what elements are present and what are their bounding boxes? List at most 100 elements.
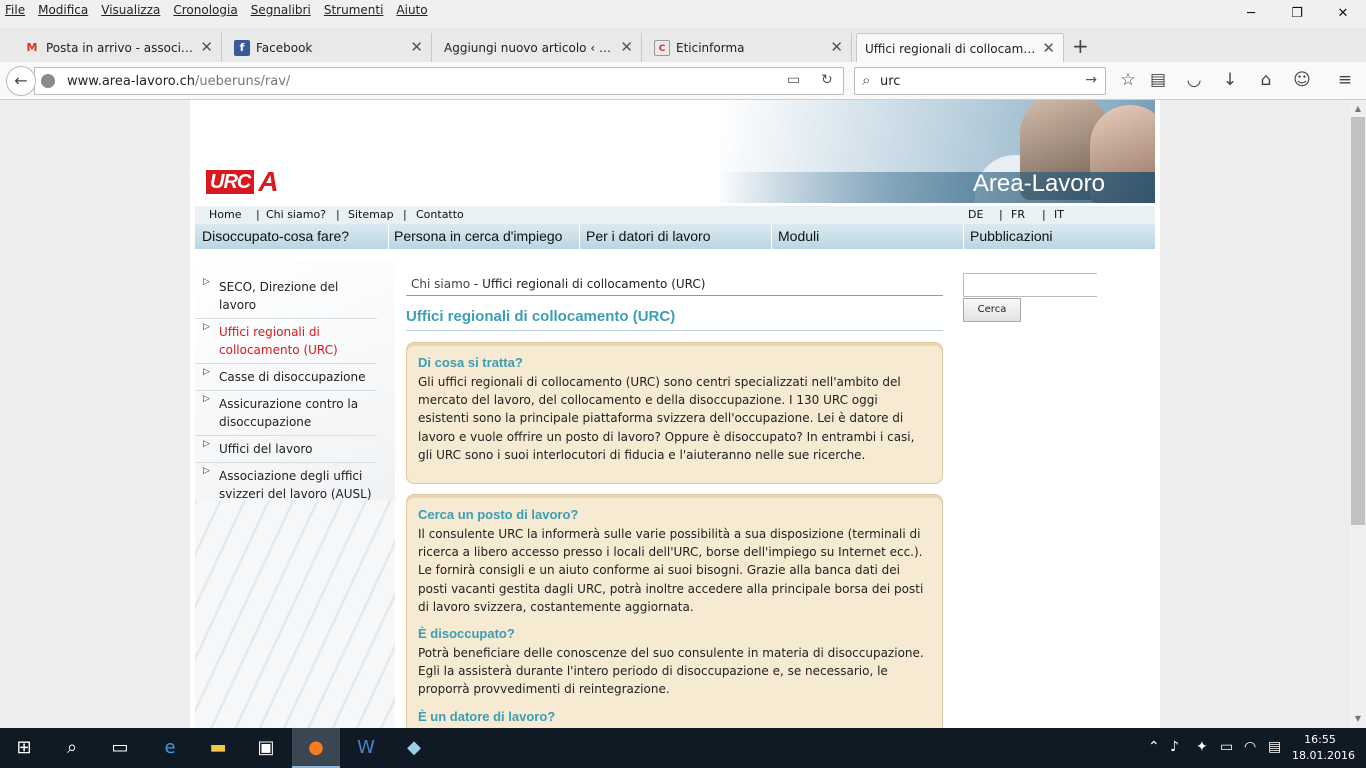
- nav-datori-lavoro[interactable]: Per i datori di lavoro: [586, 228, 711, 244]
- tab-close-icon[interactable]: ✕: [620, 33, 633, 61]
- sidebar-item-seco[interactable]: ▷ SECO, Direzione del lavoro: [195, 270, 377, 319]
- scroll-down-icon[interactable]: ▼: [1350, 714, 1366, 723]
- site-search-input[interactable]: [963, 273, 1097, 297]
- menu-modifica[interactable]: Modifica: [38, 0, 88, 17]
- section-text: Il consulente URC la informerà sulle var…: [418, 527, 924, 614]
- home-icon[interactable]: ⌂: [1254, 70, 1278, 90]
- scroll-up-icon[interactable]: ▲: [1350, 104, 1366, 113]
- battery-icon[interactable]: ▭: [1220, 739, 1233, 755]
- wifi-icon[interactable]: ◠: [1244, 739, 1256, 755]
- menu-visualizza[interactable]: Visualizza: [101, 0, 160, 17]
- nav-moduli[interactable]: Moduli: [778, 228, 819, 244]
- link-contatto[interactable]: Contatto: [416, 208, 464, 221]
- urc-logo[interactable]: URC A: [206, 168, 279, 200]
- menu-segnalibri[interactable]: Segnalibri: [251, 0, 311, 17]
- vertical-scrollbar[interactable]: ▲ ▼: [1350, 100, 1366, 728]
- close-window-button[interactable]: ✕: [1320, 0, 1366, 28]
- link-chi-siamo[interactable]: Chi siamo?: [266, 208, 326, 221]
- globe-icon: [41, 74, 55, 88]
- pocket-icon[interactable]: ◡: [1182, 70, 1206, 90]
- bookmarks-list-icon[interactable]: ▤: [1146, 70, 1170, 90]
- go-arrow-icon[interactable]: →: [1085, 72, 1097, 88]
- banner-title: Area-Lavoro: [972, 170, 1105, 197]
- store-icon[interactable]: ▣: [242, 728, 290, 768]
- start-icon[interactable]: ⊞: [0, 728, 48, 768]
- link-sitemap[interactable]: Sitemap: [348, 208, 394, 221]
- minimize-button[interactable]: ─: [1228, 0, 1274, 28]
- clock[interactable]: 16:55 18.01.2016: [1292, 732, 1355, 764]
- eticinforma-icon: C: [654, 39, 670, 56]
- menu-bar: File Modifica Visualizza Cronologia Segnalib…: [0, 0, 1366, 22]
- nav-disoccupato[interactable]: Disoccupato-cosa fare?: [202, 228, 349, 244]
- download-icon[interactable]: ↓: [1218, 70, 1242, 90]
- lang-fr[interactable]: FR: [1011, 208, 1025, 221]
- section-heading: È disoccupato?: [418, 626, 515, 642]
- sidebar: ▷ SECO, Direzione del lavoro ▷ Uffici regi…: [195, 260, 395, 728]
- section-heading: Di cosa si tratta?: [418, 355, 523, 370]
- tab-urc[interactable]: Uffici regionali di collocament... ✕: [856, 33, 1064, 62]
- tab-close-icon[interactable]: ✕: [410, 33, 423, 61]
- search-icon: ⌕: [862, 71, 871, 89]
- gmail-icon: M: [26, 40, 38, 54]
- back-button[interactable]: ←: [6, 66, 36, 96]
- lang-it[interactable]: IT: [1054, 208, 1064, 221]
- firefox-icon[interactable]: ●: [292, 728, 340, 768]
- breadcrumb-parent[interactable]: Chi siamo: [411, 277, 470, 291]
- hamburger-menu-icon[interactable]: ≡: [1333, 70, 1357, 90]
- section-heading: Cerca un posto di lavoro?: [418, 507, 579, 522]
- search-bar[interactable]: ⌕ urc →: [854, 67, 1106, 95]
- top-links: Home | Chi siamo? | Sitemap | Contatto D…: [195, 206, 1155, 224]
- file-explorer-icon[interactable]: ▬: [194, 728, 242, 768]
- web-viewport: URC A Area-Lavoro Home | Chi siamo? | Sit…: [0, 100, 1350, 728]
- notification-icon[interactable]: ▤: [1268, 739, 1281, 755]
- sidebar-item-assicurazione[interactable]: ▷ Assicurazione contro la disoccupazione: [195, 387, 377, 436]
- menu-file[interactable]: File: [5, 0, 25, 17]
- reload-icon[interactable]: ↻: [821, 72, 833, 88]
- word-icon[interactable]: W: [342, 728, 390, 768]
- scroll-thumb[interactable]: [1351, 117, 1365, 525]
- url-text: www.area-lavoro.ch/ueberuns/rav/: [67, 74, 291, 89]
- search-icon[interactable]: ⌕: [48, 728, 96, 768]
- sidebar-item-urc[interactable]: ▷ Uffici regionali di collocamento (URC): [195, 315, 377, 364]
- hello-icon[interactable]: ☺: [1290, 70, 1314, 90]
- sidebar-decoration: [195, 500, 395, 728]
- lang-de[interactable]: DE: [968, 208, 983, 221]
- site-search-button[interactable]: Cerca: [963, 298, 1021, 322]
- tab-close-icon[interactable]: ✕: [200, 33, 213, 61]
- banner: URC A Area-Lavoro: [190, 100, 1160, 203]
- tab-close-icon[interactable]: ✕: [1042, 34, 1055, 62]
- section-text: Potrà beneficiare delle conoscenze del s…: [418, 646, 924, 697]
- tab-close-icon[interactable]: ✕: [830, 33, 843, 61]
- task-view-icon[interactable]: ▭: [96, 728, 144, 768]
- chevron-up-icon[interactable]: ⌃: [1148, 739, 1160, 755]
- tab-eticinforma[interactable]: C Eticinforma ✕: [646, 33, 852, 62]
- nav-persona-cerca[interactable]: Persona in cerca d'impiego: [394, 228, 562, 244]
- menu-aiuto[interactable]: Aiuto: [396, 0, 427, 17]
- new-tab-icon[interactable]: +: [1072, 34, 1089, 58]
- arrow-right-icon: ▷: [203, 367, 210, 377]
- tab-wordpress[interactable]: Aggiungi nuovo articolo ‹ Etici...✕: [436, 33, 642, 62]
- page-title: Uffici regionali di collocamento (URC): [406, 308, 943, 331]
- dropbox-icon[interactable]: ✦: [1196, 739, 1208, 755]
- url-bar[interactable]: www.area-lavoro.ch/ueberuns/rav/ ▭ ↻: [34, 67, 844, 95]
- app-icon[interactable]: ◆: [390, 728, 438, 768]
- menu-strumenti[interactable]: Strumenti: [324, 0, 384, 17]
- tab-gmail[interactable]: MPosta in arrivo - associazio...✕: [16, 33, 222, 62]
- nav-pubblicazioni[interactable]: Pubblicazioni: [970, 228, 1053, 244]
- info-box-intro: Di cosa si tratta? Gli uffici regionali …: [406, 342, 943, 484]
- tab-facebook[interactable]: f Facebook ✕: [226, 33, 432, 62]
- breadcrumb: Chi siamo - Uffici regionali di collocam…: [406, 270, 943, 296]
- main-nav: Disoccupato-cosa fare? Persona in cerca …: [195, 224, 1155, 249]
- reader-view-icon[interactable]: ▭: [787, 72, 800, 88]
- arrow-right-icon: ▷: [203, 466, 210, 476]
- section-text: Gli uffici regionali di collocamento (UR…: [418, 375, 915, 462]
- maximize-button[interactable]: ❐: [1274, 0, 1320, 28]
- sidebar-item-ausl[interactable]: ▷ Associazione degli uffici svizzeri del …: [195, 459, 377, 507]
- link-home[interactable]: Home: [209, 208, 241, 221]
- volume-icon[interactable]: ♪: [1170, 739, 1179, 755]
- arrow-right-icon: ▷: [203, 439, 210, 449]
- menu-cronologia[interactable]: Cronologia: [173, 0, 237, 17]
- edge-icon[interactable]: e: [146, 728, 194, 768]
- facebook-icon: f: [234, 39, 250, 56]
- bookmark-star-icon[interactable]: ☆: [1116, 70, 1140, 90]
